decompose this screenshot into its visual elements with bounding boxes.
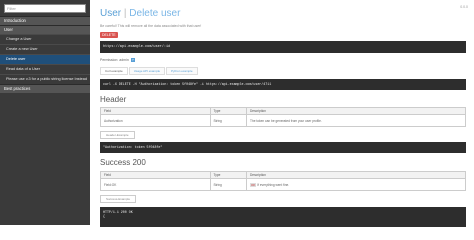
column-header: Description [246, 107, 466, 115]
description-text: If everything went fine. [257, 182, 290, 187]
tab-usage[interactable]: Usage API example [128, 67, 166, 75]
permission-info: Permission: admin ? [100, 58, 135, 63]
sidebar-item-best-practices[interactable]: Best practices [0, 84, 90, 93]
header-example-button[interactable]: Header-Example [100, 131, 135, 139]
title-name: Delete user [129, 8, 181, 19]
table-cell: The token can be generated from your use… [246, 114, 466, 127]
version-selector[interactable]: 0.0.0 [460, 5, 468, 9]
table-cell: String [209, 178, 247, 191]
curl-example: curl -X DELETE -H "Authorization: token … [100, 79, 466, 90]
page-description: Be careful! This will remove all the dat… [100, 24, 202, 28]
sidebar-item-introduction[interactable]: Introduction [0, 16, 90, 25]
column-header: Type [209, 107, 247, 115]
example-tabs: Curl example Usage API example Python ex… [100, 67, 199, 75]
title-separator: | [123, 8, 127, 19]
header-section-title: Header [100, 95, 127, 104]
header-example: "Authorization: token 5f048fe" [100, 142, 466, 153]
permission-label: Permission: admin [100, 58, 129, 62]
sidebar-item-read-user[interactable]: Read data of a User [0, 64, 90, 74]
sidebar-item-change-user[interactable]: Change a User [0, 34, 90, 44]
sidebar-item-user[interactable]: User [0, 25, 90, 34]
sidebar-item-create-user[interactable]: Create a new User [0, 44, 90, 54]
column-header: Field [100, 107, 211, 115]
main-content: 0.0.0 User | Delete user Be careful! Thi… [92, 0, 474, 227]
column-header: Type [209, 171, 247, 179]
success-example-button[interactable]: Success-Example [100, 195, 137, 203]
sidebar-item-delete-user[interactable]: Delete user [0, 54, 90, 64]
table-cell: Field:OK [100, 178, 211, 191]
title-group: User [100, 8, 122, 19]
tab-python[interactable]: Python example [166, 67, 198, 75]
code-line: { [103, 214, 105, 218]
table-cell: String [209, 114, 247, 127]
success-example: HTTP/1.1 200 OK { [100, 207, 466, 227]
table-row: Field:OK String OK If everything went fi… [100, 178, 466, 191]
header-table: Field Type Description Authorization Str… [100, 107, 466, 127]
status-tag: OK [250, 182, 257, 187]
sidebar: Filter Introduction User Change a User C… [0, 0, 90, 225]
table-cell: OK If everything went fine. [246, 178, 466, 191]
success-section-title: Success 200 [100, 158, 146, 167]
column-header: Description [246, 171, 466, 179]
success-table: Field Type Description Field:OK String O… [100, 171, 466, 191]
search-input[interactable]: Filter [4, 4, 86, 13]
column-header: Field [100, 171, 211, 179]
sidebar-item-deprecated[interactable]: Please use v.3 for a public string licen… [0, 74, 90, 84]
method-badge: DELETE [100, 32, 118, 38]
table-row: Authorization String The token can be ge… [100, 114, 466, 127]
tab-curl[interactable]: Curl example [100, 67, 128, 75]
endpoint-url: https://api.example.com/user/:id [100, 41, 466, 53]
help-icon[interactable]: ? [130, 58, 135, 63]
table-cell: Authorization [100, 114, 211, 127]
page-title: User | Delete user [100, 8, 180, 19]
